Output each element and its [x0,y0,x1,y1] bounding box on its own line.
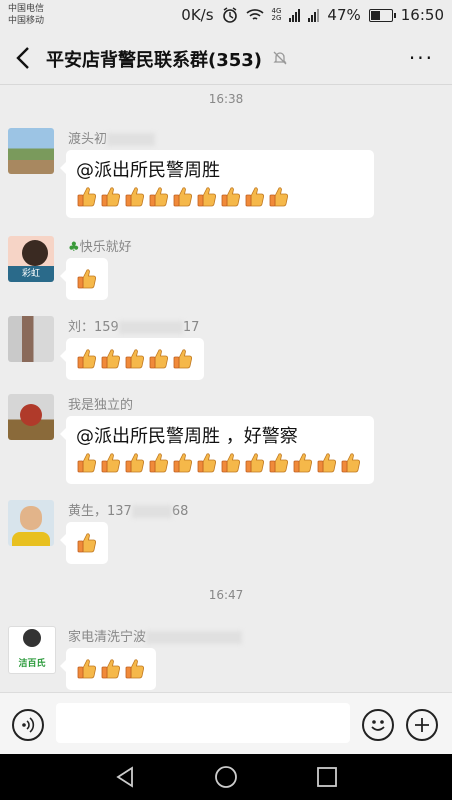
voice-icon [22,717,35,733]
thumbs-up-icon [76,451,98,475]
thumbs-up-emojis [76,451,362,475]
thumbs-up-icon [172,185,194,209]
avatar[interactable] [8,500,54,546]
thumbs-up-icon [220,451,242,475]
network-type: 4G 2G [271,7,282,22]
thumbs-up-icon [100,657,122,681]
emoji-button[interactable] [362,709,394,741]
thumbs-up-icon [124,451,146,475]
thumbs-up-icon [76,267,98,291]
mute-bell-icon [273,51,287,65]
sender-name: 刘：159 17 [68,320,200,335]
back-triangle-icon[interactable] [112,764,138,790]
battery-icon [368,8,396,22]
sender-name: ♣快乐就好 [68,240,132,255]
more-functions-button[interactable] [406,709,438,741]
avatar[interactable] [8,316,54,362]
back-arrow-icon[interactable] [12,44,36,72]
home-circle-icon[interactable] [213,764,239,790]
avatar[interactable] [8,128,54,174]
thumbs-up-icon [124,657,146,681]
thumbs-up-icon [340,451,362,475]
thumbs-up-icon [76,185,98,209]
thumbs-up-icon [100,347,122,371]
thumbs-up-icon [124,185,146,209]
battery-percent: 47% [327,6,361,24]
avatar[interactable]: 洁百氏 [8,626,56,674]
message-bubble[interactable]: @派出所民警周胜 ，好警察 [60,416,374,484]
wifi-icon [245,9,264,20]
thumbs-up-icon [100,451,122,475]
message-text: @派出所民警周胜 ，好警察 [76,426,298,447]
thumbs-up-emojis [76,531,98,555]
signal-icon-2 [308,8,320,22]
carrier-info: 中国电信 中国移动 [8,3,44,27]
thumbs-up-icon [244,185,266,209]
plus-icon [415,718,429,732]
status-bar: 中国电信 中国移动 0K/s 4G 2G 47% 16:50 [0,0,452,32]
chat-header: 平安店背警民联系群(353) ··· [0,32,452,85]
chat-title: 平安店背警民联系群(353) [46,50,263,71]
thumbs-up-icon [148,347,170,371]
sender-name: 渡头初 [68,128,156,147]
thumbs-up-icon [172,451,194,475]
thumbs-up-icon [76,347,98,371]
thumbs-up-icon [76,531,98,555]
signal-icon-1 [289,8,301,22]
message-bubble[interactable] [60,648,156,690]
system-nav-bar [0,754,452,800]
carrier-2: 中国移动 [8,16,45,26]
network-speed: 0K/s [181,6,214,24]
thumbs-up-icon [220,185,242,209]
message-list: 16:38 渡头初 @派出所民警周胜 彩虹 ♣快乐就好 刘：159 17 我是独立… [0,84,452,692]
recent-apps-square-icon[interactable] [314,764,340,790]
smiley-icon [371,720,385,731]
thumbs-up-icon [316,451,338,475]
voice-input-button[interactable] [12,709,44,741]
input-bar [0,692,452,755]
message-bubble[interactable] [60,338,204,380]
thumbs-up-icon [148,451,170,475]
thumbs-up-icon [76,657,98,681]
thumbs-up-emojis [76,657,146,681]
thumbs-up-emojis [76,185,290,209]
thumbs-up-icon [100,185,122,209]
thumbs-up-icon [196,185,218,209]
timestamp: 16:47 [208,588,244,602]
message-bubble[interactable] [60,522,108,564]
more-options-button[interactable]: ··· [409,46,434,70]
thumbs-up-icon [172,347,194,371]
avatar[interactable] [8,394,54,440]
message-text: @派出所民警周胜 [76,160,220,181]
thumbs-up-icon [268,185,290,209]
thumbs-up-icon [244,451,266,475]
thumbs-up-icon [268,451,290,475]
sender-name: 黄生，137 68 [68,504,189,519]
status-icons: 0K/s 4G 2G 47% 16:50 [181,6,444,24]
carrier-1: 中国电信 [8,4,45,14]
message-bubble[interactable]: @派出所民警周胜 [60,150,374,218]
avatar[interactable]: 彩虹 [8,236,54,282]
thumbs-up-icon [196,451,218,475]
timestamp: 16:38 [208,92,244,106]
thumbs-up-emojis [76,347,194,371]
message-bubble[interactable] [60,258,108,300]
sender-name: 家电清洗宁波 [68,626,243,645]
sender-name: 我是独立的 [68,398,134,413]
thumbs-up-emojis [76,267,98,291]
clover-icon: ♣ [68,240,80,255]
message-input[interactable] [56,703,350,743]
thumbs-up-icon [148,185,170,209]
clock: 16:50 [400,6,444,24]
thumbs-up-icon [124,347,146,371]
alarm-icon [222,7,237,23]
thumbs-up-icon [292,451,314,475]
